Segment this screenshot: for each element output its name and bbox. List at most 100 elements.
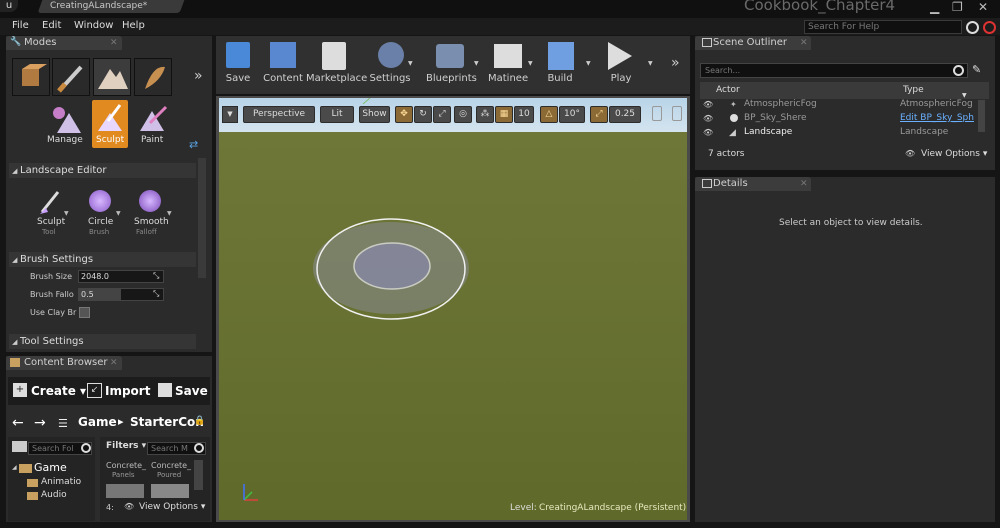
save-button[interactable]: Save xyxy=(218,73,258,84)
type-column-header[interactable]: Type xyxy=(903,85,924,95)
show-button[interactable]: Show xyxy=(359,106,390,123)
scale-snap-value[interactable]: 0.25 xyxy=(609,106,641,123)
eye-icon[interactable]: 👁 xyxy=(703,114,713,123)
collapse-triangle-icon[interactable]: ◢ xyxy=(12,167,17,175)
filters-button[interactable]: Filters ▾ xyxy=(106,441,146,451)
lit-button[interactable]: Lit xyxy=(320,106,354,123)
sort-icon[interactable]: ▼ xyxy=(962,92,967,99)
actor-name[interactable]: BP_Sky_Shere xyxy=(744,113,807,123)
settings-button[interactable]: Settings xyxy=(369,73,411,84)
translate-tool-icon[interactable]: ✥ xyxy=(395,106,413,123)
paint-icon[interactable] xyxy=(138,101,170,133)
close-icon[interactable]: ✕ xyxy=(110,38,118,48)
view-options-button[interactable]: View Options ▾ xyxy=(921,149,987,159)
outliner-scrollbar[interactable] xyxy=(978,100,985,132)
dropdown-arrow-icon[interactable]: ▼ xyxy=(528,60,533,67)
actor-name[interactable]: AtmosphericFog xyxy=(744,99,817,109)
play-button[interactable]: Play xyxy=(604,73,638,84)
actor-column-header[interactable]: Actor xyxy=(716,85,740,95)
maximize-viewport-icon[interactable] xyxy=(652,106,662,121)
tool-settings-header[interactable]: Tool Settings xyxy=(9,334,196,349)
use-clay-brush-checkbox[interactable] xyxy=(79,307,90,318)
place-mode-button[interactable] xyxy=(12,58,50,96)
grid-size-value[interactable]: 10 xyxy=(514,106,534,123)
outliner-search-input[interactable]: Search... xyxy=(700,63,968,78)
no-entry-icon[interactable] xyxy=(983,21,996,34)
world-local-icon[interactable]: ◎ xyxy=(454,106,472,123)
landscape-editor-header[interactable]: Landscape Editor xyxy=(9,163,196,178)
dropdown-arrow-icon[interactable]: ▼ xyxy=(648,60,653,67)
maximize-icon[interactable]: ❐ xyxy=(952,0,963,14)
modes-scrollbar[interactable] xyxy=(198,158,206,278)
landscape-mode-button[interactable] xyxy=(93,58,131,96)
folder-animations[interactable]: Animatio xyxy=(41,477,81,487)
chevron-right-icon[interactable]: » xyxy=(194,68,203,84)
asset-name[interactable]: Concrete_ xyxy=(151,461,191,470)
rotate-tool-icon[interactable]: ↻ xyxy=(414,106,432,123)
actor-name[interactable]: Landscape xyxy=(744,127,792,137)
menu-help[interactable]: Help xyxy=(122,20,145,31)
asset-name[interactable]: Concrete_ xyxy=(106,461,146,470)
dropdown-arrow-icon[interactable]: ▼ xyxy=(474,60,479,67)
save-all-button[interactable]: Save xyxy=(175,384,208,398)
menu-edit[interactable]: Edit xyxy=(42,20,61,31)
back-arrow-icon[interactable]: ← xyxy=(12,415,24,431)
close-icon[interactable]: ✕ xyxy=(110,358,118,368)
blueprints-button[interactable]: Blueprints xyxy=(426,73,477,84)
create-button[interactable]: Create ▾ xyxy=(31,384,86,398)
dropdown-arrow-icon[interactable]: ▼ xyxy=(586,60,591,67)
outliner-options-icon[interactable]: ✎ xyxy=(972,63,981,76)
import-button[interactable]: Import xyxy=(105,384,150,398)
asset-thumbnail[interactable] xyxy=(151,484,189,498)
collapse-icon[interactable] xyxy=(12,441,27,452)
help-search-input[interactable]: Search For Help xyxy=(804,20,962,34)
collapse-triangle-icon[interactable]: ◢ xyxy=(12,256,17,264)
brush-settings-header[interactable]: Brush Settings xyxy=(9,252,196,267)
viewport-options-button[interactable]: ▼ xyxy=(222,106,238,123)
foliage-mode-button[interactable] xyxy=(134,58,172,96)
folder-audio[interactable]: Audio xyxy=(41,490,67,500)
eye-icon[interactable]: 👁 xyxy=(703,128,713,137)
search-icon[interactable] xyxy=(966,21,979,34)
details-tab[interactable]: Details xyxy=(695,177,811,191)
rotation-snap-icon[interactable]: △ xyxy=(540,106,558,123)
manage-icon[interactable] xyxy=(47,101,83,137)
folder-game[interactable]: Game xyxy=(34,461,67,474)
surface-snap-icon[interactable]: ⁂ xyxy=(476,106,494,123)
brush-size-field[interactable]: 2048.0 xyxy=(78,270,164,283)
asset-thumbnail[interactable] xyxy=(106,484,144,498)
matinee-button[interactable]: Matinee xyxy=(488,73,528,84)
rotation-snap-value[interactable]: 10° xyxy=(559,106,585,123)
menu-window[interactable]: Window xyxy=(74,20,113,31)
view-options-button[interactable]: View Options ▾ xyxy=(139,502,205,512)
close-icon[interactable]: ✕ xyxy=(800,179,808,189)
lock-icon[interactable]: 🔒 xyxy=(194,416,205,426)
dropdown-arrow-icon[interactable]: ▼ xyxy=(64,210,69,217)
paint-mode-button[interactable] xyxy=(52,58,90,96)
close-icon[interactable]: ✕ xyxy=(800,38,808,48)
marketplace-button[interactable]: Marketplace xyxy=(306,73,367,84)
forward-arrow-icon[interactable]: → xyxy=(34,415,46,431)
eye-icon[interactable]: 👁 xyxy=(703,100,713,109)
expand-triangle-icon[interactable]: ◢ xyxy=(12,464,17,471)
brush-falloff-field[interactable]: 0.5 xyxy=(78,288,164,301)
dropdown-arrow-icon[interactable]: ▼ xyxy=(408,60,413,67)
close-icon[interactable]: ✕ xyxy=(978,0,988,14)
circle-brush-icon[interactable] xyxy=(89,190,111,212)
content-browser-tab[interactable]: Content Browser xyxy=(6,356,122,370)
build-button[interactable]: Build xyxy=(544,73,576,84)
sculpt-tool-icon[interactable] xyxy=(38,188,62,216)
menu-file[interactable]: File xyxy=(12,20,29,31)
breadcrumb-game[interactable]: Game xyxy=(78,415,117,429)
collapse-triangle-icon[interactable]: ◢ xyxy=(12,338,17,346)
minimize-icon[interactable]: ▁ xyxy=(930,0,939,14)
dropdown-arrow-icon[interactable]: ▼ xyxy=(167,210,172,217)
grid-snap-icon[interactable]: ▦ xyxy=(495,106,513,123)
asset-scrollbar[interactable] xyxy=(194,460,203,490)
restore-viewport-icon[interactable] xyxy=(672,106,682,121)
chevron-right-icon[interactable]: » xyxy=(671,55,680,71)
scale-snap-icon[interactable]: ⤢ xyxy=(590,106,608,123)
edit-blueprint-link[interactable]: Edit BP_Sky_Sph xyxy=(900,113,974,123)
scene-outliner-tab[interactable]: Scene Outliner xyxy=(695,36,811,50)
refresh-icon[interactable]: ⇄ xyxy=(189,138,198,151)
